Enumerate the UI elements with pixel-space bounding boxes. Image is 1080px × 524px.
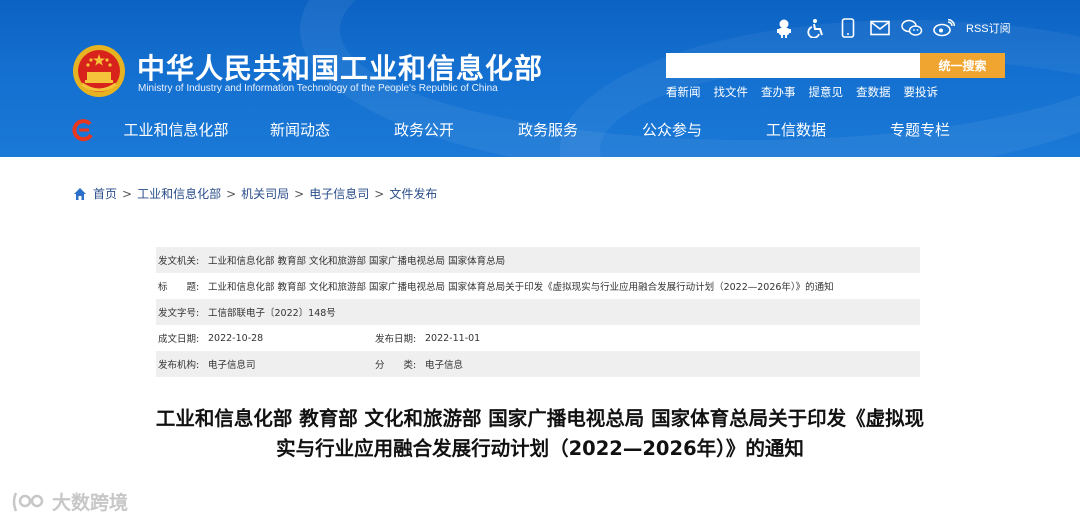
quick-link-data[interactable]: 查数据 xyxy=(856,84,891,100)
category-label: 分 类: xyxy=(375,360,417,371)
breadcrumb-separator: > xyxy=(374,186,385,201)
mascot-icon[interactable] xyxy=(772,16,796,40)
nav-item-topics[interactable]: 专题专栏 xyxy=(858,118,982,142)
site-subtitle: Ministry of Industry and Information Tec… xyxy=(138,83,498,94)
quick-link-files[interactable]: 找文件 xyxy=(714,84,749,100)
info-row-issuer: 发文机关: 工业和信息化部 教育部 文化和旅游部 国家广播电视总局 国家体育总局 xyxy=(156,247,920,273)
info-row-org: 发布机构: 电子信息司 分 类: 电子信息 xyxy=(156,351,920,377)
watermark: 大数跨境 xyxy=(10,488,128,515)
breadcrumb: 首页 > 工业和信息化部 > 机关司局 > 电子信息司 > 文件发布 xyxy=(73,185,437,202)
utility-bar: RSS订阅 xyxy=(772,16,1011,40)
article-title: 工业和信息化部 教育部 文化和旅游部 国家广播电视总局 国家体育总局关于印发《虚… xyxy=(155,407,925,460)
home-icon xyxy=(74,187,86,200)
search-button[interactable]: 统一搜索 xyxy=(920,53,1005,78)
breadcrumb-separator: > xyxy=(226,186,237,201)
quick-link-services[interactable]: 查办事 xyxy=(761,84,796,100)
national-emblem-icon xyxy=(73,45,125,97)
rss-link[interactable]: RSS订阅 xyxy=(966,20,1011,36)
category-value: 电子信息 xyxy=(425,360,464,371)
written-date-cell: 成文日期: 2022-10-28 xyxy=(156,331,373,346)
wechat-icon[interactable] xyxy=(900,16,924,40)
issuer-value: 工业和信息化部 教育部 文化和旅游部 国家广播电视总局 国家体育总局 xyxy=(208,256,506,267)
publish-date-label: 发布日期: xyxy=(375,334,417,345)
subject-label: 标 题: xyxy=(158,282,200,293)
nav-item-participation[interactable]: 公众参与 xyxy=(610,118,734,142)
nav-item-affairs[interactable]: 政务公开 xyxy=(362,118,486,142)
doc-number-value: 工信部联电子〔2022〕148号 xyxy=(208,308,336,319)
quick-link-feedback[interactable]: 提意见 xyxy=(809,84,844,100)
breadcrumb-separator: > xyxy=(294,186,305,201)
issuer-label: 发文机关: xyxy=(158,256,200,267)
doc-number-label: 发文字号: xyxy=(158,308,200,319)
accessibility-icon[interactable] xyxy=(804,16,828,40)
nav-item-data[interactable]: 工信数据 xyxy=(734,118,858,142)
breadcrumb-bureaus[interactable]: 机关司局 xyxy=(241,185,289,202)
header-banner: 中华人民共和国工业和信息化部 Ministry of Industry and … xyxy=(0,0,1080,157)
main-nav: 工业和信息化部 新闻动态 政务公开 政务服务 公众参与 工信数据 专题专栏 xyxy=(114,118,1014,142)
nav-item-services[interactable]: 政务服务 xyxy=(486,118,610,142)
written-date-value: 2022-10-28 xyxy=(208,332,264,344)
site-title: 中华人民共和国工业和信息化部 xyxy=(137,52,544,85)
weibo-icon[interactable] xyxy=(932,16,956,40)
written-date-label: 成文日期: xyxy=(158,334,200,345)
nav-item-news[interactable]: 新闻动态 xyxy=(238,118,362,142)
publish-date-value: 2022-11-01 xyxy=(425,332,481,344)
info-row-subject: 标 题: 工业和信息化部 教育部 文化和旅游部 国家广播电视总局 国家体育总局关… xyxy=(156,273,920,299)
org-label: 发布机构: xyxy=(158,360,200,371)
breadcrumb-separator: > xyxy=(122,186,133,201)
breadcrumb-electronics-dept[interactable]: 电子信息司 xyxy=(309,185,369,202)
org-cell: 发布机构: 电子信息司 xyxy=(156,357,373,371)
mail-icon[interactable] xyxy=(868,16,892,40)
breadcrumb-home[interactable]: 首页 xyxy=(93,185,117,202)
category-cell: 分 类: 电子信息 xyxy=(373,357,920,371)
mobile-icon[interactable] xyxy=(836,16,860,40)
breadcrumb-ministry[interactable]: 工业和信息化部 xyxy=(137,185,221,202)
document-info-table: 发文机关: 工业和信息化部 教育部 文化和旅游部 国家广播电视总局 国家体育总局… xyxy=(156,247,920,377)
ministry-logo-icon[interactable] xyxy=(70,118,96,142)
breadcrumb-documents[interactable]: 文件发布 xyxy=(389,185,437,202)
watermark-logo-icon xyxy=(12,491,44,512)
search-input[interactable] xyxy=(666,53,920,78)
quick-link-news[interactable]: 看新闻 xyxy=(666,84,701,100)
info-row-doc-number: 发文字号: 工信部联电子〔2022〕148号 xyxy=(156,299,920,325)
subject-value: 工业和信息化部 教育部 文化和旅游部 国家广播电视总局 国家体育总局关于印发《虚… xyxy=(208,282,834,293)
nav-item-ministry[interactable]: 工业和信息化部 xyxy=(114,118,238,142)
info-row-dates: 成文日期: 2022-10-28 发布日期: 2022-11-01 xyxy=(156,325,920,351)
quick-link-complaint[interactable]: 要投诉 xyxy=(904,84,939,100)
publish-date-cell: 发布日期: 2022-11-01 xyxy=(373,331,920,346)
quick-links: 看新闻 找文件 查办事 提意见 查数据 要投诉 xyxy=(666,84,951,100)
org-value: 电子信息司 xyxy=(208,360,256,371)
watermark-text: 大数跨境 xyxy=(52,492,129,514)
